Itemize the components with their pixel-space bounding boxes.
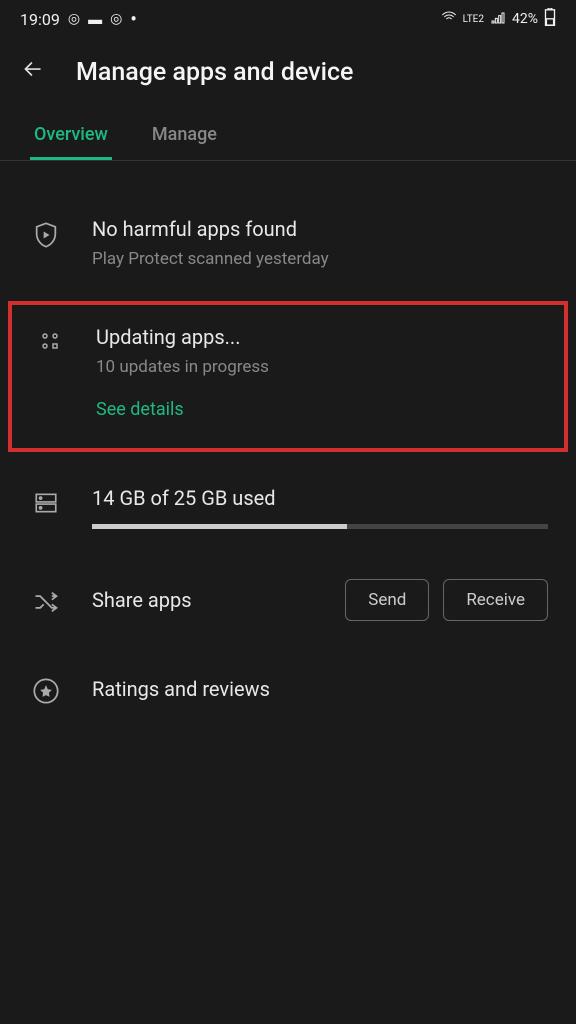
battery-icon [544, 8, 556, 30]
status-bar: 19:09 ◎ ▬ ◎ • LTE2 42% [0, 0, 576, 38]
status-right: LTE2 42% [441, 8, 556, 30]
wifi-icon [441, 9, 457, 29]
send-button[interactable]: Send [345, 579, 429, 621]
receive-button[interactable]: Receive [443, 579, 548, 621]
share-section: Share apps Send Receive [0, 559, 576, 641]
instagram-icon-2: ◎ [110, 11, 122, 27]
updates-section[interactable]: Updating apps... 10 updates in progress … [8, 301, 568, 452]
ratings-section[interactable]: Ratings and reviews [0, 641, 576, 737]
status-left: 19:09 ◎ ▬ ◎ • [20, 9, 137, 29]
storage-section[interactable]: 14 GB of 25 GB used [0, 472, 576, 559]
storage-icon [28, 486, 64, 529]
header: Manage apps and device [0, 38, 576, 112]
shuffle-icon [28, 584, 64, 616]
play-protect-title: No harmful apps found [92, 217, 548, 241]
share-buttons: Send Receive [345, 579, 548, 621]
network-label: LTE2 [463, 14, 484, 25]
shield-icon [28, 217, 64, 269]
back-arrow-icon[interactable] [20, 56, 46, 88]
play-protect-subtitle: Play Protect scanned yesterday [92, 249, 548, 269]
updates-body: Updating apps... 10 updates in progress … [96, 325, 544, 420]
storage-progress-fill [92, 524, 347, 529]
ratings-title: Ratings and reviews [92, 677, 270, 701]
message-icon: ▬ [88, 11, 102, 28]
play-protect-section[interactable]: No harmful apps found Play Protect scann… [0, 201, 576, 285]
updates-subtitle: 10 updates in progress [96, 357, 544, 377]
apps-icon [32, 325, 68, 420]
content: No harmful apps found Play Protect scann… [0, 161, 576, 737]
page-title: Manage apps and device [76, 58, 353, 87]
signal-icon [490, 9, 506, 29]
storage-text: 14 GB of 25 GB used [92, 486, 548, 510]
tabs: Overview Manage [0, 112, 576, 161]
instagram-icon: ◎ [68, 11, 80, 27]
storage-progress [92, 524, 548, 529]
play-protect-body: No harmful apps found Play Protect scann… [92, 217, 548, 269]
dot-icon: • [130, 9, 137, 29]
share-title: Share apps [92, 588, 317, 612]
battery-percent: 42% [512, 11, 538, 27]
status-time: 19:09 [20, 10, 60, 29]
tab-manage[interactable]: Manage [148, 112, 221, 160]
see-details-link[interactable]: See details [96, 399, 184, 420]
tab-overview[interactable]: Overview [30, 112, 112, 160]
star-icon [28, 673, 64, 705]
storage-body: 14 GB of 25 GB used [92, 486, 548, 529]
updates-title: Updating apps... [96, 325, 544, 349]
